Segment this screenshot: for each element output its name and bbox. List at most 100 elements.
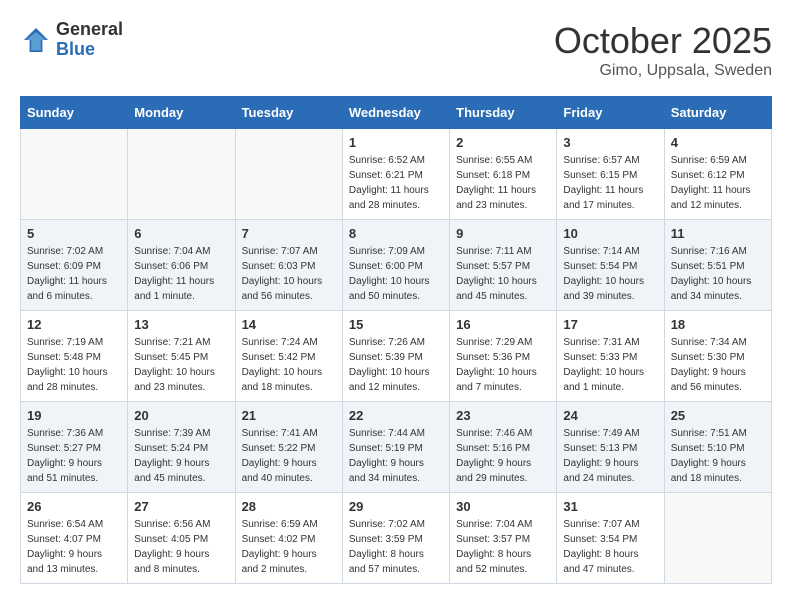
day-number: 6 <box>134 226 228 241</box>
calendar-cell: 14 Sunrise: 7:24 AM Sunset: 5:42 PM Dayli… <box>235 311 342 402</box>
calendar-header: SundayMondayTuesdayWednesdayThursdayFrid… <box>21 97 772 129</box>
day-number: 26 <box>27 499 121 514</box>
day-info: Sunrise: 7:14 AM Sunset: 5:54 PM Dayligh… <box>563 244 657 304</box>
week-row-3: 12 Sunrise: 7:19 AM Sunset: 5:48 PM Dayli… <box>21 311 772 402</box>
calendar-cell: 15 Sunrise: 7:26 AM Sunset: 5:39 PM Dayli… <box>342 311 449 402</box>
calendar-cell: 25 Sunrise: 7:51 AM Sunset: 5:10 PM Dayli… <box>664 402 771 493</box>
calendar-cell: 1 Sunrise: 6:52 AM Sunset: 6:21 PM Daylig… <box>342 129 449 220</box>
day-info: Sunrise: 7:29 AM Sunset: 5:36 PM Dayligh… <box>456 335 550 395</box>
day-header-sunday: Sunday <box>21 97 128 129</box>
day-number: 15 <box>349 317 443 332</box>
logo: General Blue <box>20 20 123 60</box>
day-number: 7 <box>242 226 336 241</box>
day-info: Sunrise: 7:19 AM Sunset: 5:48 PM Dayligh… <box>27 335 121 395</box>
day-header-thursday: Thursday <box>450 97 557 129</box>
day-info: Sunrise: 7:51 AM Sunset: 5:10 PM Dayligh… <box>671 426 765 486</box>
calendar-cell: 26 Sunrise: 6:54 AM Sunset: 4:07 PM Dayli… <box>21 493 128 584</box>
calendar-cell <box>128 129 235 220</box>
day-header-row: SundayMondayTuesdayWednesdayThursdayFrid… <box>21 97 772 129</box>
day-info: Sunrise: 6:56 AM Sunset: 4:05 PM Dayligh… <box>134 517 228 577</box>
day-number: 28 <box>242 499 336 514</box>
day-info: Sunrise: 7:31 AM Sunset: 5:33 PM Dayligh… <box>563 335 657 395</box>
day-number: 14 <box>242 317 336 332</box>
day-number: 3 <box>563 135 657 150</box>
calendar-cell: 22 Sunrise: 7:44 AM Sunset: 5:19 PM Dayli… <box>342 402 449 493</box>
calendar-title: October 2025 <box>554 20 772 62</box>
calendar-cell: 21Sunrise: 7:41 AM Sunset: 5:22 PM Dayli… <box>235 402 342 493</box>
day-number: 11 <box>671 226 765 241</box>
day-number: 5 <box>27 226 121 241</box>
day-header-wednesday: Wednesday <box>342 97 449 129</box>
day-info: Sunrise: 7:04 AM Sunset: 3:57 PM Dayligh… <box>456 517 550 577</box>
calendar-cell: 31 Sunrise: 7:07 AM Sunset: 3:54 PM Dayli… <box>557 493 664 584</box>
calendar-cell: 20 Sunrise: 7:39 AM Sunset: 5:24 PM Dayli… <box>128 402 235 493</box>
day-info: Sunrise: 7:34 AM Sunset: 5:30 PM Dayligh… <box>671 335 765 395</box>
day-number: 18 <box>671 317 765 332</box>
calendar-cell: 2 Sunrise: 6:55 AM Sunset: 6:18 PM Daylig… <box>450 129 557 220</box>
day-info: Sunrise: 7:49 AM Sunset: 5:13 PM Dayligh… <box>563 426 657 486</box>
day-number: 13 <box>134 317 228 332</box>
day-number: 16 <box>456 317 550 332</box>
calendar-cell: 27 Sunrise: 6:56 AM Sunset: 4:05 PM Dayli… <box>128 493 235 584</box>
calendar-cell: 6 Sunrise: 7:04 AM Sunset: 6:06 PM Daylig… <box>128 220 235 311</box>
day-number: 8 <box>349 226 443 241</box>
day-number: 9 <box>456 226 550 241</box>
week-row-1: 1 Sunrise: 6:52 AM Sunset: 6:21 PM Daylig… <box>21 129 772 220</box>
day-info: Sunrise: 7:44 AM Sunset: 5:19 PM Dayligh… <box>349 426 443 486</box>
calendar-cell: 12 Sunrise: 7:19 AM Sunset: 5:48 PM Dayli… <box>21 311 128 402</box>
day-number: 22 <box>349 408 443 423</box>
day-number: 4 <box>671 135 765 150</box>
calendar-cell: 19 Sunrise: 7:36 AM Sunset: 5:27 PM Dayli… <box>21 402 128 493</box>
day-number: 25 <box>671 408 765 423</box>
calendar-cell: 30 Sunrise: 7:04 AM Sunset: 3:57 PM Dayli… <box>450 493 557 584</box>
calendar-cell: 8 Sunrise: 7:09 AM Sunset: 6:00 PM Daylig… <box>342 220 449 311</box>
day-number: 24 <box>563 408 657 423</box>
day-number: 20 <box>134 408 228 423</box>
day-info: Sunrise: 7:07 AM Sunset: 6:03 PM Dayligh… <box>242 244 336 304</box>
calendar-cell: 29 Sunrise: 7:02 AM Sunset: 3:59 PM Dayli… <box>342 493 449 584</box>
day-info: Sunrise: 7:21 AM Sunset: 5:45 PM Dayligh… <box>134 335 228 395</box>
day-number: 2 <box>456 135 550 150</box>
day-info: Sunrise: 7:07 AM Sunset: 3:54 PM Dayligh… <box>563 517 657 577</box>
day-info: Sunrise: 6:55 AM Sunset: 6:18 PM Dayligh… <box>456 153 550 213</box>
day-number: 27 <box>134 499 228 514</box>
day-number: 31 <box>563 499 657 514</box>
calendar-cell <box>235 129 342 220</box>
calendar-cell: 10Sunrise: 7:14 AM Sunset: 5:54 PM Dayli… <box>557 220 664 311</box>
day-info: Sunrise: 6:59 AM Sunset: 6:12 PM Dayligh… <box>671 153 765 213</box>
day-info: Sunrise: 7:09 AM Sunset: 6:00 PM Dayligh… <box>349 244 443 304</box>
logo-general-text: General <box>56 20 123 40</box>
day-number: 29 <box>349 499 443 514</box>
calendar-cell: 9 Sunrise: 7:11 AM Sunset: 5:57 PM Daylig… <box>450 220 557 311</box>
calendar-subtitle: Gimo, Uppsala, Sweden <box>554 62 772 80</box>
day-info: Sunrise: 7:36 AM Sunset: 5:27 PM Dayligh… <box>27 426 121 486</box>
day-info: Sunrise: 7:39 AM Sunset: 5:24 PM Dayligh… <box>134 426 228 486</box>
day-info: Sunrise: 7:11 AM Sunset: 5:57 PM Dayligh… <box>456 244 550 304</box>
title-block: October 2025 Gimo, Uppsala, Sweden <box>554 20 772 80</box>
day-number: 30 <box>456 499 550 514</box>
day-info: Sunrise: 7:04 AM Sunset: 6:06 PM Dayligh… <box>134 244 228 304</box>
day-number: 19 <box>27 408 121 423</box>
day-info: Sunrise: 6:59 AM Sunset: 4:02 PM Dayligh… <box>242 517 336 577</box>
day-info: Sunrise: 6:54 AM Sunset: 4:07 PM Dayligh… <box>27 517 121 577</box>
calendar-cell: 3Sunrise: 6:57 AM Sunset: 6:15 PM Daylig… <box>557 129 664 220</box>
day-info: Sunrise: 6:52 AM Sunset: 6:21 PM Dayligh… <box>349 153 443 213</box>
calendar-cell: 7 Sunrise: 7:07 AM Sunset: 6:03 PM Daylig… <box>235 220 342 311</box>
calendar-cell: 18 Sunrise: 7:34 AM Sunset: 5:30 PM Dayli… <box>664 311 771 402</box>
day-info: Sunrise: 7:16 AM Sunset: 5:51 PM Dayligh… <box>671 244 765 304</box>
page-header: General Blue October 2025 Gimo, Uppsala,… <box>20 20 772 80</box>
week-row-5: 26 Sunrise: 6:54 AM Sunset: 4:07 PM Dayli… <box>21 493 772 584</box>
calendar-cell: 5Sunrise: 7:02 AM Sunset: 6:09 PM Daylig… <box>21 220 128 311</box>
calendar-cell <box>21 129 128 220</box>
day-info: Sunrise: 7:24 AM Sunset: 5:42 PM Dayligh… <box>242 335 336 395</box>
day-info: Sunrise: 7:02 AM Sunset: 3:59 PM Dayligh… <box>349 517 443 577</box>
day-info: Sunrise: 7:46 AM Sunset: 5:16 PM Dayligh… <box>456 426 550 486</box>
day-info: Sunrise: 7:26 AM Sunset: 5:39 PM Dayligh… <box>349 335 443 395</box>
day-number: 12 <box>27 317 121 332</box>
calendar-cell: 24 Sunrise: 7:49 AM Sunset: 5:13 PM Dayli… <box>557 402 664 493</box>
day-header-monday: Monday <box>128 97 235 129</box>
calendar-cell: 16 Sunrise: 7:29 AM Sunset: 5:36 PM Dayli… <box>450 311 557 402</box>
day-number: 1 <box>349 135 443 150</box>
week-row-4: 19 Sunrise: 7:36 AM Sunset: 5:27 PM Dayli… <box>21 402 772 493</box>
calendar-cell: 13 Sunrise: 7:21 AM Sunset: 5:45 PM Dayli… <box>128 311 235 402</box>
